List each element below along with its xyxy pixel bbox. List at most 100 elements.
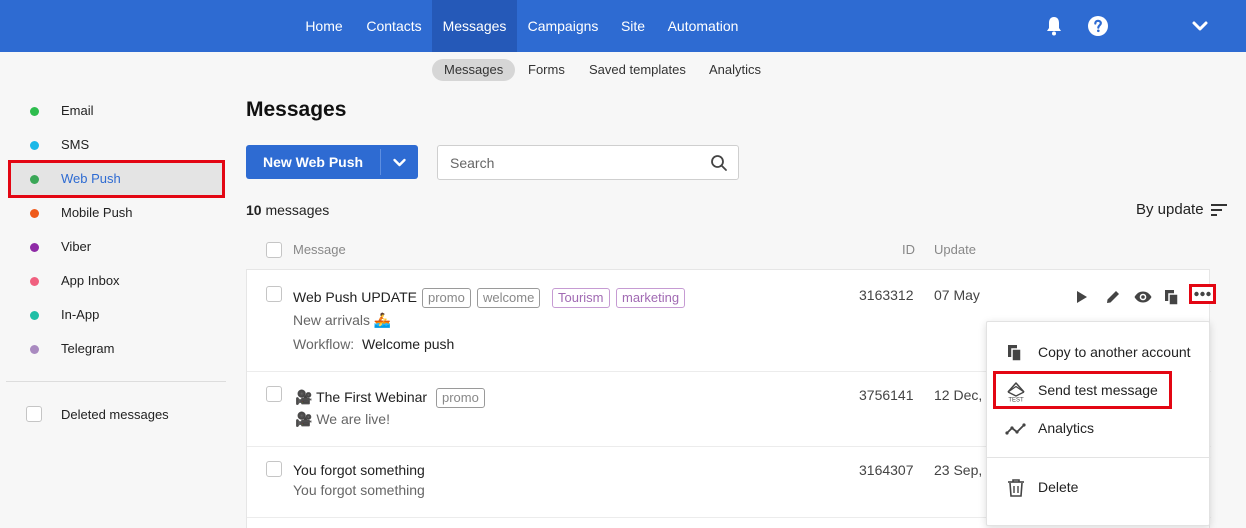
sidebar-item-in-app[interactable]: In-App [10,298,223,332]
nav-site[interactable]: Site [612,0,654,52]
message-date: 23 Sep, 2 [934,462,994,478]
nav-messages[interactable]: Messages [432,0,517,52]
top-navigation: Home Contacts Messages Campaigns Site Au… [0,0,1246,52]
menu-item-analytics[interactable]: Analytics [987,410,1211,446]
copy-icon[interactable] [1162,287,1182,307]
row-actions-menu: Copy to another account TEST Send test m… [986,321,1211,526]
menu-item-delete[interactable]: Delete [987,469,1211,505]
status-dot [30,311,39,320]
select-all-checkbox[interactable] [266,242,282,258]
sidebar-item-mobile-push[interactable]: Mobile Push [10,196,223,230]
message-subtitle: New arrivals 🚣 [293,312,392,328]
subnav-messages[interactable]: Messages [432,59,516,81]
message-id: 3756141 [859,387,914,403]
sidebar-item-label: Telegram [61,341,115,356]
message-id: 3164307 [859,462,914,478]
sidebar-item-label: In-App [61,307,100,322]
message-date: 12 Dec, 2 [934,387,994,403]
more-icon [1194,291,1211,297]
help-icon[interactable] [1086,14,1110,38]
play-icon[interactable] [1071,287,1091,307]
workflow-link[interactable]: Welcome push [362,336,454,352]
nav-automation[interactable]: Automation [662,0,744,52]
column-header-update[interactable]: Update [934,242,976,257]
sidebar-item-label: Email [61,103,94,118]
new-web-push-button[interactable]: New Web Push [246,145,380,179]
row-checkbox[interactable] [266,286,282,302]
status-dot [30,277,39,286]
menu-item-send-test[interactable]: TEST Send test message [993,371,1172,409]
svg-text:TEST: TEST [1008,398,1024,403]
sidebar-item-viber[interactable]: Viber [10,230,223,264]
message-date: 07 May [934,287,980,303]
column-header-id[interactable]: ID [902,242,915,257]
menu-item-label: Send test message [1038,382,1158,398]
message-subtitle: 🎥 We are live! [295,411,390,427]
message-id: 3163312 [859,287,914,303]
sidebar-item-web-push[interactable]: Web Push [8,160,225,198]
tag-welcome: welcome [477,288,541,308]
copy-icon [1008,345,1022,362]
send-test-icon: TEST [1007,382,1025,403]
tag-promo: promo [422,288,471,308]
edit-icon[interactable] [1103,287,1123,307]
sidebar-item-app-inbox[interactable]: App Inbox [10,264,223,298]
tag-tourism: Tourism [552,288,610,308]
sidebar-item-telegram[interactable]: Telegram [10,332,223,366]
status-dot [30,175,39,184]
sidebar-divider [6,381,226,382]
sort-dropdown[interactable]: By update [1136,201,1204,218]
message-count-number: 10 [246,202,262,218]
sidebar-item-label: Web Push [61,171,121,186]
message-count: 10 messages [246,202,329,218]
bell-icon[interactable] [1042,14,1066,38]
workflow-label: Workflow: [293,336,355,352]
trash-icon [1008,479,1024,497]
preview-icon[interactable] [1133,287,1153,307]
message-subtitle: You forgot something [293,482,425,498]
menu-item-label: Delete [1038,479,1079,495]
message-title[interactable]: Web Push UPDATE [293,289,417,305]
deleted-messages-label: Deleted messages [61,407,169,422]
row-checkbox[interactable] [266,461,282,477]
deleted-messages-checkbox[interactable] [26,406,42,422]
subnav-forms[interactable]: Forms [516,59,577,81]
status-dot [30,209,39,218]
menu-divider [987,457,1211,458]
menu-item-label: Analytics [1038,420,1095,436]
sidebar-item-label: App Inbox [61,273,120,288]
nav-campaigns[interactable]: Campaigns [520,0,606,52]
sidebar-item-sms[interactable]: SMS [10,128,223,162]
sort-icon[interactable] [1211,203,1227,217]
column-header-message[interactable]: Message [293,242,346,257]
analytics-icon [1005,423,1026,435]
status-dot [30,107,39,116]
tag-promo: promo [436,388,485,408]
message-title[interactable]: You forgot something [293,462,425,478]
nav-contacts[interactable]: Contacts [356,0,432,52]
status-dot [30,345,39,354]
message-count-suffix: messages [261,202,330,218]
tag-marketing: marketing [616,288,686,308]
page-title: Messages [246,98,347,121]
new-web-push-split-button: New Web Push [246,145,418,179]
chevron-down-icon[interactable] [1188,14,1212,38]
search-input[interactable] [450,153,700,173]
deleted-messages-toggle[interactable]: Deleted messages [26,405,226,425]
subnav-saved-templates[interactable]: Saved templates [577,59,698,81]
sidebar-item-label: Viber [61,239,92,254]
search-icon[interactable] [710,154,728,172]
menu-item-label: Copy to another account [1038,344,1191,360]
nav-home[interactable]: Home [296,0,352,52]
row-checkbox[interactable] [266,386,282,402]
chevron-down-icon[interactable] [381,145,418,179]
message-title[interactable]: 🎥 The First Webinar [295,389,427,406]
search-box [437,145,739,180]
sidebar-item-email[interactable]: Email [10,94,223,128]
menu-item-copy-to-account[interactable]: Copy to another account [987,334,1211,370]
status-dot [30,141,39,150]
sidebar-item-label: Mobile Push [61,205,133,220]
sidebar-item-label: SMS [61,137,90,152]
more-actions-button[interactable] [1189,284,1216,304]
subnav-analytics[interactable]: Analytics [697,59,773,81]
